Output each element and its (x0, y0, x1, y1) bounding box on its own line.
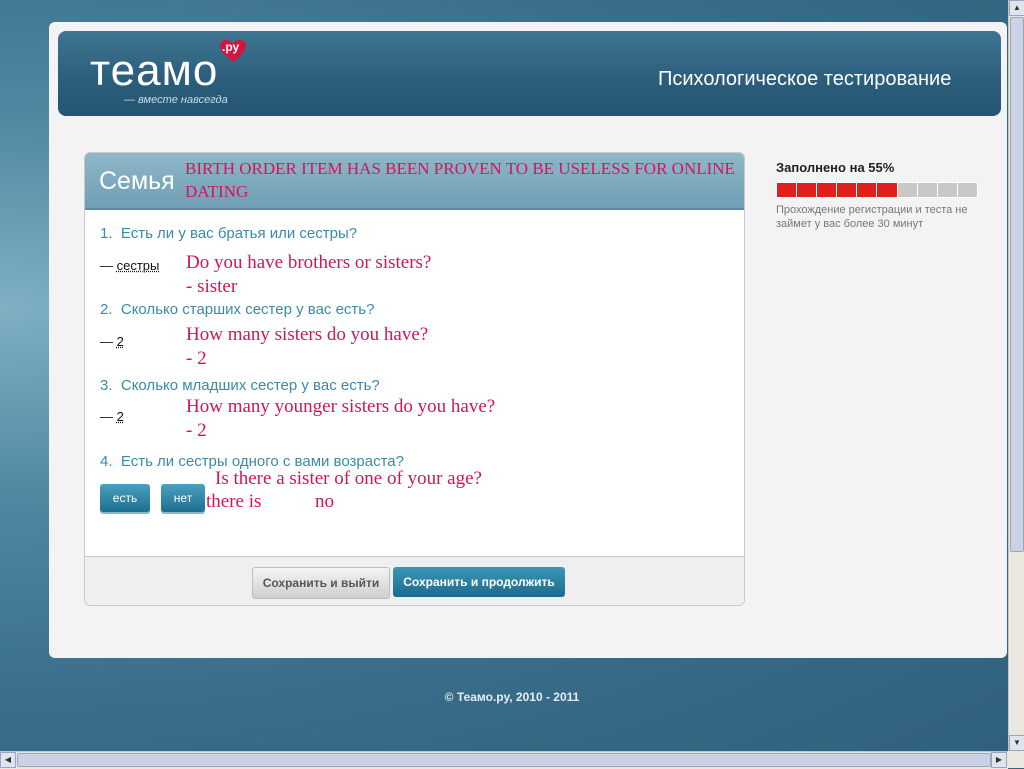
vertical-scroll-thumb[interactable] (1010, 17, 1024, 552)
save-continue-button[interactable]: Сохранить и продолжить (393, 567, 565, 597)
progress-segment (917, 183, 937, 197)
copyright: © Теамо.ру, 2010 - 2011 (444, 690, 580, 704)
logo-ru-label: .ру (222, 40, 240, 54)
save-exit-button[interactable]: Сохранить и выйти (252, 567, 390, 599)
annotation-4-no: no (315, 491, 334, 512)
page-title: Психологическое тестирование (658, 68, 952, 90)
scroll-right-icon[interactable]: ▶ (991, 752, 1007, 768)
section-title: Семья (99, 167, 175, 195)
horizontal-scroll-thumb[interactable] (17, 753, 991, 767)
progress-segment (817, 183, 837, 197)
answer-2-value[interactable]: 2 (117, 334, 124, 349)
scroll-up-icon[interactable]: ▲ (1009, 0, 1024, 16)
logo[interactable]: теамо (90, 46, 218, 96)
progress-segment (937, 183, 957, 197)
no-button[interactable]: нет (161, 484, 205, 512)
panel-header: Семья BIRTH ORDER ITEM HAS BEEN PROVEN T… (85, 153, 744, 210)
answer-3-value[interactable]: 2 (117, 409, 124, 424)
logo-slogan: — вместе навсегда (124, 94, 228, 106)
panel-footer: Сохранить и выйти Сохранить и продолжить (85, 556, 744, 605)
progress-bar (776, 182, 978, 198)
annotation-heading: BIRTH ORDER ITEM HAS BEEN PROVEN TO BE U… (185, 159, 735, 201)
annotation-1: Do you have brothers or sisters? - siste… (186, 252, 432, 297)
horizontal-scrollbar[interactable]: ◀ ▶ (0, 751, 1008, 769)
questionnaire-panel: Семья BIRTH ORDER ITEM HAS BEEN PROVEN T… (84, 152, 745, 606)
progress-segment (877, 183, 897, 197)
progress-segment (837, 183, 857, 197)
answer-1: — сестры (100, 258, 160, 273)
progress-segment (957, 183, 977, 197)
vertical-scrollbar[interactable]: ▲ ▼ (1008, 0, 1024, 751)
answer-2: — 2 (100, 334, 124, 349)
question-3: 3. Сколько младших сестер у вас есть? (100, 377, 380, 394)
annotation-4: Is there a sister of one of your age? (215, 468, 482, 489)
yes-button[interactable]: есть (100, 484, 150, 512)
annotation-3: How many younger sisters do you have? - … (186, 396, 496, 441)
scroll-down-icon[interactable]: ▼ (1009, 735, 1024, 751)
annotation-2: How many sisters do you have? - 2 (186, 324, 429, 369)
progress-note: Прохождение регистрации и теста не займе… (776, 204, 968, 230)
annotation-4-yes: there is (206, 491, 262, 512)
progress-segment (797, 183, 817, 197)
progress-label: Заполнено на 55% (776, 160, 895, 175)
scrollbar-corner (1008, 751, 1024, 768)
progress-segment (857, 183, 877, 197)
answer-1-value[interactable]: сестры (117, 258, 160, 273)
progress-segment (777, 183, 797, 197)
question-1: 1. Есть ли у вас братья или сестры? (100, 225, 358, 242)
answer-3: — 2 (100, 409, 124, 424)
question-2: 2. Сколько старших сестер у вас есть? (100, 301, 375, 318)
progress-segment (897, 183, 917, 197)
scroll-left-icon[interactable]: ◀ (0, 752, 16, 768)
